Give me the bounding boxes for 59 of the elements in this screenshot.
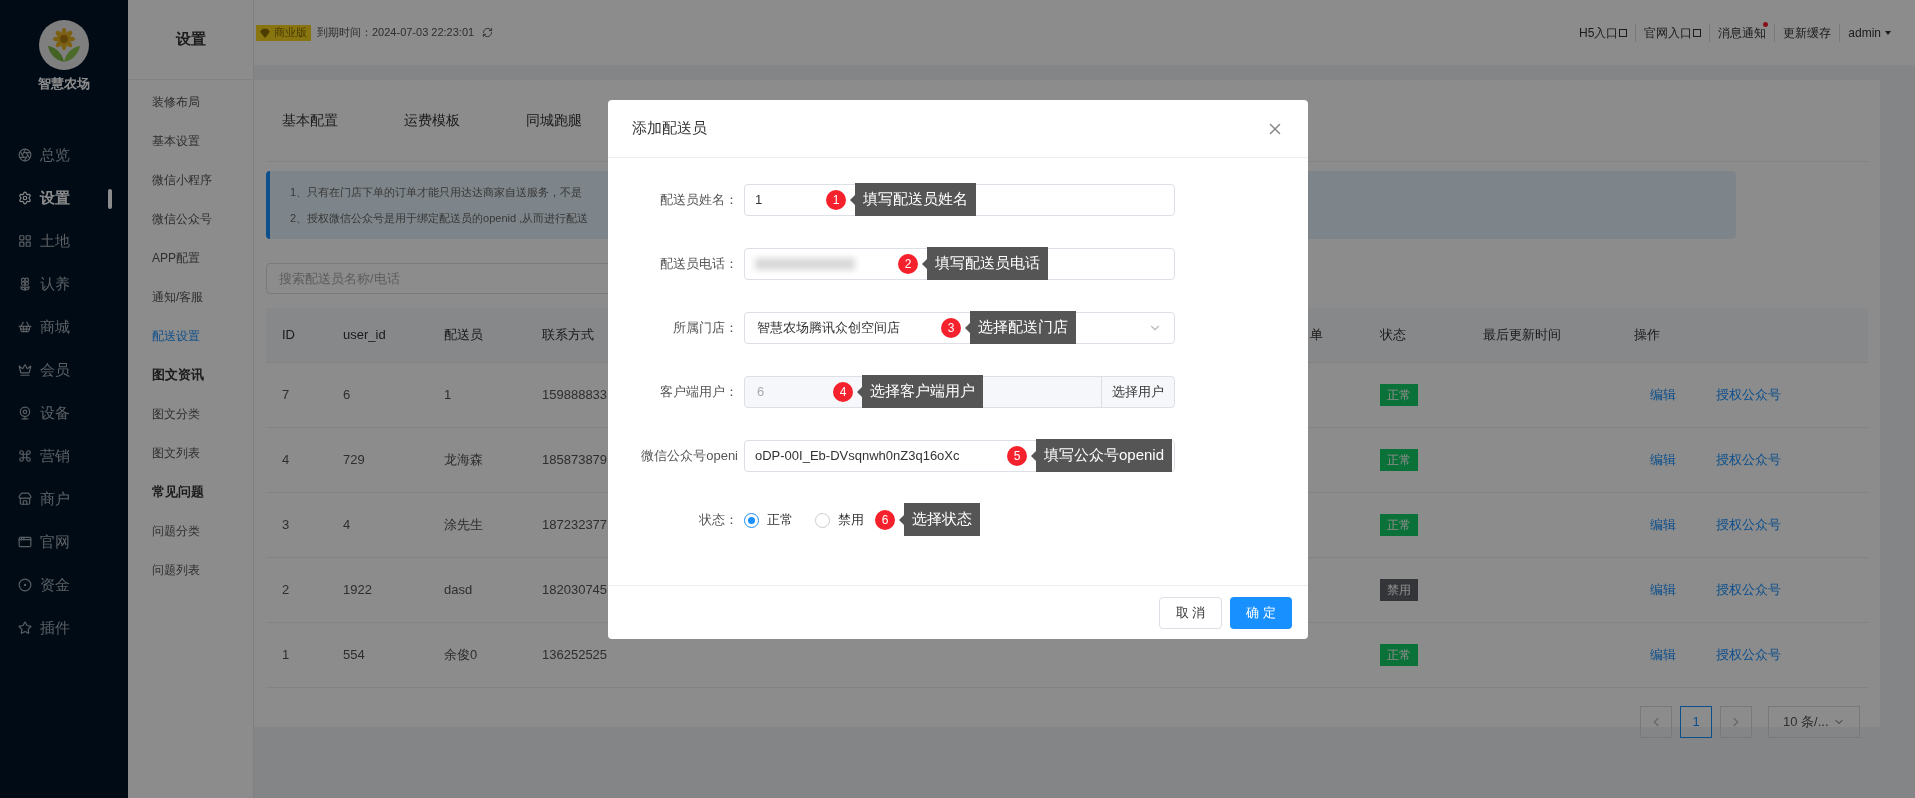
logo-text: 智慧农场: [38, 75, 90, 93]
step-number-badge: 6: [875, 509, 895, 530]
status-tag: 正常: [1380, 644, 1418, 666]
status-tag: 禁用: [1380, 579, 1418, 601]
annotation-callout: 填写公众号openid: [1036, 439, 1173, 472]
field-label: 配送员姓名：: [659, 191, 739, 210]
column-header: 最后更新时间: [1482, 326, 1561, 345]
submenu-heading: 常见问题: [151, 482, 205, 501]
column-header: 单: [1309, 326, 1323, 345]
table-cell-text: 6: [342, 386, 351, 405]
table-cell-text: 187232377: [541, 516, 608, 535]
table-cell-text: 余俊0: [443, 646, 478, 665]
notice-text: 1、只有在门店下单的订单才能只用达达商家自送服务，不是: [290, 184, 583, 200]
table-cell-text: 7: [281, 386, 290, 405]
column-header: user_id: [342, 326, 386, 345]
step-number-badge: 1: [826, 189, 846, 210]
table-cell-text: 159888833: [541, 386, 608, 405]
step-number-badge: 5: [1007, 445, 1027, 466]
table-cell-text: 涂先生: [443, 516, 483, 535]
table-cell-text: 3: [281, 516, 290, 535]
table-cell-text: 1: [443, 386, 452, 405]
step-number-badge: 2: [898, 253, 918, 274]
column-header: ID: [281, 326, 295, 345]
notice-text: 2、授权微信公众号是用于绑定配送员的openid ,从而进行配送: [290, 211, 589, 226]
column-header: 联系方式: [541, 326, 594, 345]
submenu-title: 设置: [175, 29, 206, 50]
annotation-callout: 填写配送员电话: [927, 247, 1048, 280]
annotation-callout: 选择客户端用户: [862, 375, 983, 408]
field-label: 状态：: [698, 511, 739, 530]
annotation-callout: 填写配送员姓名: [855, 183, 976, 216]
edition-badge: 商业版: [256, 24, 311, 41]
table-cell-text: 182030745: [541, 581, 608, 600]
field-label: 所属门店：: [672, 319, 739, 338]
status-tag: 正常: [1380, 384, 1418, 406]
table-cell-text: 1922: [342, 581, 372, 600]
field-value: 6: [757, 384, 765, 400]
table-cell-text: 729: [342, 451, 365, 470]
column-header: 状态: [1379, 326, 1406, 345]
table-cell-text: 554: [342, 646, 365, 665]
table-cell-text: 龙海森: [443, 451, 483, 470]
status-tag: 正常: [1380, 514, 1418, 536]
table-cell-text: 4: [281, 451, 290, 470]
table-cell-text: 136252525: [541, 646, 608, 665]
field-label: 客户端用户：: [659, 383, 739, 402]
submenu-heading: 图文资讯: [151, 365, 205, 384]
table-cell-text: dasd: [443, 581, 473, 600]
annotation-callout: 选择状态: [904, 503, 980, 536]
column-header: 配送员: [443, 326, 483, 345]
expiry-text: 到期时间：2024-07-03 22:23:01: [317, 25, 475, 41]
table-cell-text: 2: [281, 581, 290, 600]
table-cell-text: 1: [281, 646, 290, 665]
table-cell-text: 185873879: [541, 451, 608, 470]
annotation-callout: 选择配送门店: [970, 311, 1076, 344]
status-tag: 正常: [1380, 449, 1418, 471]
step-number-badge: 3: [941, 317, 961, 338]
column-header: 操作: [1633, 326, 1660, 345]
field-label: 微信公众号openi: [640, 447, 739, 466]
table-cell-text: 4: [342, 516, 351, 535]
dialog-title: 添加配送员: [632, 118, 707, 139]
